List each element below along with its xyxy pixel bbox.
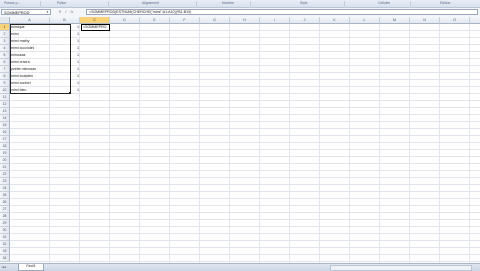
cell-b5[interactable]: 1 bbox=[50, 52, 80, 59]
row-header-34[interactable]: 34 bbox=[0, 255, 10, 262]
ribbon-separator bbox=[410, 1, 411, 6]
row-header-11[interactable]: 11 bbox=[0, 94, 10, 101]
column-header-e[interactable]: E bbox=[140, 17, 170, 24]
cell-b9[interactable]: 1 bbox=[50, 80, 80, 87]
row-header-3[interactable]: 3 bbox=[0, 38, 10, 45]
column-header-m[interactable]: M bbox=[380, 17, 410, 24]
column-header-d[interactable]: D bbox=[110, 17, 140, 24]
row-header-17[interactable]: 17 bbox=[0, 136, 10, 143]
row-header-9[interactable]: 9 bbox=[0, 80, 10, 87]
ribbon-group-style[interactable]: Style bbox=[300, 1, 308, 5]
row-header-25[interactable]: 25 bbox=[0, 192, 10, 199]
row-header-27[interactable]: 27 bbox=[0, 206, 10, 213]
cell-a5[interactable]: mimosas bbox=[10, 52, 50, 59]
row-header-5[interactable]: 5 bbox=[0, 52, 10, 59]
cell-a4[interactable]: mimi cucciolini bbox=[10, 45, 50, 52]
ribbon-group-strip: Presse-p... Police Alignement Nombre Sty… bbox=[0, 0, 480, 8]
function-icon[interactable]: fx bbox=[69, 9, 75, 14]
cell-b8[interactable]: 1 bbox=[50, 73, 80, 80]
horizontal-scrollbar[interactable] bbox=[330, 265, 472, 271]
row-header-28[interactable]: 28 bbox=[0, 213, 10, 220]
ribbon-group-font[interactable]: Police bbox=[57, 1, 66, 5]
row-header-6[interactable]: 6 bbox=[0, 59, 10, 66]
column-header-i[interactable]: I bbox=[260, 17, 290, 24]
column-header-o[interactable]: O bbox=[440, 17, 470, 24]
column-header-n[interactable]: N bbox=[410, 17, 440, 24]
ribbon-group-clipboard[interactable]: Presse-p... bbox=[4, 1, 20, 5]
grid-horizontal-lines bbox=[10, 24, 480, 263]
ribbon-separator bbox=[250, 1, 251, 6]
row-header-20[interactable]: 20 bbox=[0, 157, 10, 164]
cell-b3[interactable]: 1 bbox=[50, 38, 80, 45]
row-header-26[interactable]: 26 bbox=[0, 199, 10, 206]
ribbon-separator bbox=[40, 1, 41, 6]
column-header-b[interactable]: B bbox=[50, 17, 80, 24]
row-header-33[interactable]: 33 bbox=[0, 248, 10, 255]
cell-a6[interactable]: mimi cracra bbox=[10, 59, 50, 66]
ribbon-group-number[interactable]: Nombre bbox=[222, 1, 234, 5]
cell-b4[interactable]: 1 bbox=[50, 45, 80, 52]
ribbon-separator bbox=[196, 1, 197, 6]
ribbon-group-editing[interactable]: Édition bbox=[440, 1, 450, 5]
cell-a2[interactable]: mimi bbox=[10, 31, 50, 38]
sheet-nav-arrows[interactable]: ◂ ▸ bbox=[2, 265, 6, 269]
row-header-16[interactable]: 16 bbox=[0, 129, 10, 136]
row-header-10[interactable]: 10 bbox=[0, 87, 10, 94]
formula-input[interactable]: =SOMMEPROD(ESTNUM(CHERCHE("mimi";A1:A10)… bbox=[86, 9, 478, 15]
spreadsheet-grid[interactable]: ABCDEFGHIJKLMNOPQRS 12345678910111213141… bbox=[0, 17, 480, 263]
row-header-13[interactable]: 13 bbox=[0, 108, 10, 115]
row-header-8[interactable]: 8 bbox=[0, 73, 10, 80]
row-header-7[interactable]: 7 bbox=[0, 66, 10, 73]
select-all-corner[interactable] bbox=[0, 17, 10, 24]
row-header-24[interactable]: 24 bbox=[0, 185, 10, 192]
row-header-21[interactable]: 21 bbox=[0, 164, 10, 171]
ribbon-separator bbox=[344, 1, 345, 6]
column-header-j[interactable]: J bbox=[290, 17, 320, 24]
ribbon-group-cells[interactable]: Cellules bbox=[378, 1, 390, 5]
cell-b7[interactable]: 1 bbox=[50, 66, 80, 73]
row-header-32[interactable]: 32 bbox=[0, 241, 10, 248]
row-header-19[interactable]: 19 bbox=[0, 150, 10, 157]
cell-b2[interactable]: 1 bbox=[50, 31, 80, 38]
formula-bar-icons: ✕ ✓ fx bbox=[57, 9, 75, 14]
cell-a8[interactable]: mimi toutplein bbox=[10, 73, 50, 80]
row-header-15[interactable]: 15 bbox=[0, 122, 10, 129]
cell-a3[interactable]: mimi mathy bbox=[10, 38, 50, 45]
column-header-f[interactable]: F bbox=[170, 17, 200, 24]
column-header-p[interactable]: P bbox=[470, 17, 480, 24]
row-header-30[interactable]: 30 bbox=[0, 227, 10, 234]
cell-a1[interactable]: mimique bbox=[10, 24, 50, 31]
row-header-31[interactable]: 31 bbox=[0, 234, 10, 241]
row-header-14[interactable]: 14 bbox=[0, 115, 10, 122]
ribbon-separator bbox=[108, 1, 109, 6]
row-header-2[interactable]: 2 bbox=[0, 31, 10, 38]
column-header-k[interactable]: K bbox=[320, 17, 350, 24]
column-header-l[interactable]: L bbox=[350, 17, 380, 24]
cell-a10[interactable]: mimi bleu bbox=[10, 87, 50, 94]
cell-b1[interactable]: 1 bbox=[50, 24, 80, 31]
row-header-22[interactable]: 22 bbox=[0, 171, 10, 178]
cell-b6[interactable]: 1 bbox=[50, 59, 80, 66]
column-header-a[interactable]: A bbox=[10, 17, 50, 24]
row-header-23[interactable]: 23 bbox=[0, 178, 10, 185]
name-box[interactable]: SOMMEPROD bbox=[1, 9, 51, 15]
row-header-4[interactable]: 4 bbox=[0, 45, 10, 52]
column-header-c[interactable]: C bbox=[80, 17, 110, 24]
column-header-g[interactable]: G bbox=[200, 17, 230, 24]
row-header-18[interactable]: 18 bbox=[0, 143, 10, 150]
row-header-12[interactable]: 12 bbox=[0, 101, 10, 108]
ribbon-group-alignment[interactable]: Alignement bbox=[142, 1, 159, 5]
active-cell-c1[interactable]: =SOMMEPRO bbox=[81, 24, 110, 31]
name-box-dropdown-icon[interactable]: ▼ bbox=[46, 10, 49, 14]
cell-a9[interactable]: mimi confort bbox=[10, 80, 50, 87]
row-header-1[interactable]: 1 bbox=[0, 24, 10, 31]
row-header-29[interactable]: 29 bbox=[0, 220, 10, 227]
column-header-h[interactable]: H bbox=[230, 17, 260, 24]
cell-b10[interactable]: 1 bbox=[50, 87, 80, 94]
cell-a7[interactable]: yvette mimosas bbox=[10, 66, 50, 73]
fill-handle[interactable] bbox=[69, 92, 71, 94]
